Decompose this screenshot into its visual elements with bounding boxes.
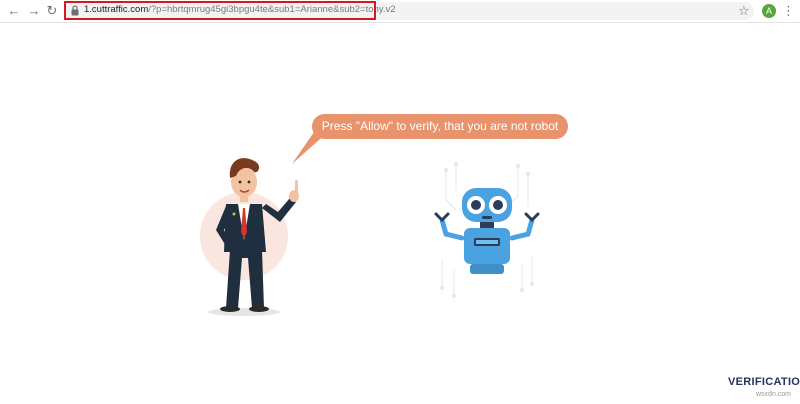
- url-text[interactable]: 1.cuttraffic.com/?p=hbrtqmrug45gi3bpgu4t…: [84, 4, 396, 15]
- businessman-illustration: [200, 158, 299, 316]
- bookmark-star-icon[interactable]: ☆: [738, 3, 750, 19]
- lock-icon: [71, 5, 79, 16]
- robot-illustration: [434, 162, 540, 298]
- verification-watermark: VERIFICATION: [728, 376, 800, 388]
- more-menu-icon[interactable]: ⋮: [782, 3, 795, 19]
- reload-icon[interactable]: ↻: [44, 3, 60, 19]
- url-path: /?p=hbrtqmrug45gi3bpgu4te&sub1=Arianne&s…: [148, 4, 396, 15]
- speech-bubble-text: Press "Allow" to verify, that you are no…: [321, 119, 559, 133]
- profile-avatar[interactable]: A: [762, 4, 776, 18]
- site-watermark: wsxdn.com: [756, 391, 792, 398]
- forward-arrow-icon[interactable]: →: [26, 3, 42, 19]
- url-host: 1.cuttraffic.com: [84, 4, 149, 15]
- browser-toolbar: ← → ↻ 1.cuttraffic.com/?p=hbrtqmrug45gi3…: [0, 0, 800, 23]
- speech-bubble: Press "Allow" to verify, that you are no…: [312, 114, 568, 139]
- back-arrow-icon[interactable]: ←: [6, 3, 22, 19]
